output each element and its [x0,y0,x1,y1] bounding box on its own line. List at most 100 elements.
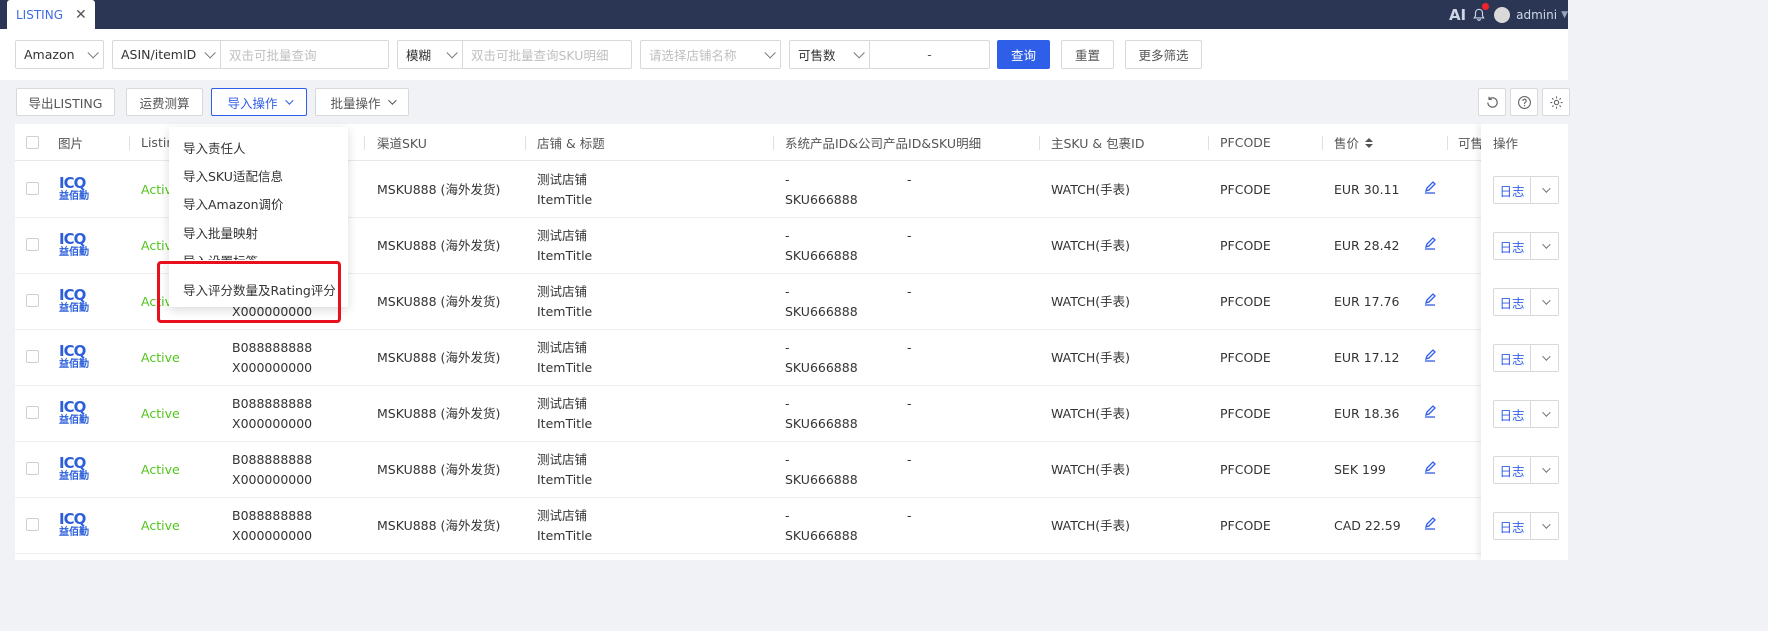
product-image[interactable]: ICQ 益佰勤 [59,287,95,317]
company-product-id: - [907,396,912,411]
edit-icon[interactable] [1423,236,1437,250]
chevron-down-icon [1541,352,1551,361]
log-button[interactable]: 日志 [1493,176,1531,204]
store-select[interactable]: 请选择店铺名称 [640,40,781,69]
menu-item-import-tags[interactable]: 导入设置标签 [183,251,258,260]
row-checkbox[interactable] [26,406,39,419]
product-image[interactable]: ICQ 益佰勤 [59,511,95,541]
log-dropdown-button[interactable] [1531,288,1559,316]
qty-type-select[interactable]: 可售数 [789,40,870,69]
price-value: EUR 30.11 [1334,182,1400,197]
table-row[interactable]: ICQ益佰勤 Active B088888888 X000000000 MSKU888 … [15,498,1568,554]
log-button[interactable]: 日志 [1493,512,1531,540]
log-dropdown-button[interactable] [1531,176,1559,204]
chevron-down-icon[interactable]: ▼ [1561,10,1568,20]
row-checkbox[interactable] [26,518,39,531]
chevron-down-icon [204,46,216,59]
log-button[interactable]: 日志 [1493,456,1531,484]
product-image[interactable]: ICQ 益佰勤 [59,455,95,485]
company-product-id: - [907,228,912,243]
log-dropdown-button[interactable] [1531,232,1559,260]
log-button[interactable]: 日志 [1493,232,1531,260]
log-dropdown-button[interactable] [1531,512,1559,540]
edit-icon[interactable] [1423,460,1437,474]
gear-icon[interactable] [1542,88,1570,116]
menu-item-import-owner[interactable]: 导入责任人 [183,138,246,157]
menu-item-import-batch-mapping[interactable]: 导入批量映射 [183,223,258,242]
menu-item-import-sku-fitment[interactable]: 导入SKU适配信息 [183,166,283,185]
company-product-id: - [907,284,912,299]
bell-icon[interactable] [1472,2,1490,22]
search-button[interactable]: 查询 [997,40,1050,69]
row-checkbox[interactable] [26,238,39,251]
batch-operations-button[interactable]: 批量操作 [315,88,409,116]
product-image[interactable]: ICQ 益佰勤 [59,343,95,373]
main-sku-value: WATCH(手表) [1051,238,1131,253]
table-row[interactable]: ICQ益佰勤 Active B088888888 X000000000 MSKU888 … [15,442,1568,498]
help-icon[interactable] [1510,88,1538,116]
row-checkbox[interactable] [26,462,39,475]
product-image[interactable]: ICQ 益佰勤 [59,231,95,261]
product-logo-text: 益佰勤 [59,471,89,482]
company-product-id: - [907,452,912,467]
pfcode-value: PFCODE [1220,462,1271,477]
table-row[interactable]: ICQ益佰勤 Active B088888888 X000000000 MSKU888 … [15,330,1568,386]
chevron-down-icon [1541,184,1551,193]
log-button[interactable]: 日志 [1493,400,1531,428]
company-product-id: - [907,508,912,523]
item-title: ItemTitle [537,192,593,207]
import-operations-label: 导入操作 [227,95,278,111]
id-search-input[interactable]: 双击可批量查询 [220,40,389,69]
menu-item-import-amazon-pricing[interactable]: 导入Amazon调价 [183,194,284,213]
refresh-icon[interactable] [1478,88,1506,116]
sku-search-input[interactable]: 双击可批量查询SKU明细 [462,40,632,69]
main-sku-value: WATCH(手表) [1051,406,1131,421]
freight-calc-button[interactable]: 运费测算 [126,88,203,116]
log-dropdown-button[interactable] [1531,344,1559,372]
reset-button[interactable]: 重置 [1061,40,1114,69]
id-type-select[interactable]: ASIN/itemID [112,40,221,69]
edit-icon[interactable] [1423,180,1437,194]
row-checkbox[interactable] [26,350,39,363]
system-product-id: - [785,172,790,187]
main-sku-value: WATCH(手表) [1051,182,1131,197]
qty-range-input[interactable]: - [869,40,990,69]
platform-select[interactable]: Amazon [15,40,104,69]
edit-icon[interactable] [1423,292,1437,306]
table-row[interactable]: ICQ益佰勤 Active B088888888 X000000000 MSKU888 … [15,386,1568,442]
pfcode-value: PFCODE [1220,182,1271,197]
product-image[interactable]: ICQ 益佰勤 [59,175,95,205]
store-name: 测试店铺 [537,172,588,187]
edit-icon[interactable] [1423,348,1437,362]
user-name[interactable]: admini [1516,8,1557,22]
header-price[interactable]: 售价 [1334,124,1374,161]
header-price-label: 售价 [1334,136,1360,151]
avatar[interactable] [1494,6,1511,23]
close-icon[interactable]: ✕ [75,8,87,22]
export-listing-button[interactable]: 导出LISTING [16,88,115,116]
log-dropdown-button[interactable] [1531,456,1559,484]
tab-listing[interactable]: LISTING ✕ [7,0,95,30]
ai-button[interactable]: AI [1449,6,1466,24]
item-title: ItemTitle [537,472,593,487]
fnsku-value: X000000000 [232,360,313,375]
log-button[interactable]: 日志 [1493,288,1531,316]
edit-icon[interactable] [1423,404,1437,418]
sort-icon[interactable] [1364,137,1374,149]
edit-icon[interactable] [1423,516,1437,530]
match-mode-select[interactable]: 模糊 [397,40,463,69]
row-checkbox[interactable] [26,182,39,195]
main-sku-value: WATCH(手表) [1051,350,1131,365]
select-all-checkbox[interactable] [26,136,39,149]
log-button[interactable]: 日志 [1493,344,1531,372]
price-value: EUR 17.76 [1334,294,1400,309]
log-dropdown-button[interactable] [1531,400,1559,428]
product-logo-text: 益佰勤 [59,527,89,538]
platform-value: Amazon [24,47,75,62]
more-filters-button[interactable]: 更多筛选 [1125,40,1202,69]
product-image[interactable]: ICQ 益佰勤 [59,399,95,429]
sku-detail: SKU666888 [785,248,858,263]
import-operations-button[interactable]: 导入操作 [211,88,307,116]
header-channel-sku: 渠道SKU [377,136,427,151]
row-checkbox[interactable] [26,294,39,307]
